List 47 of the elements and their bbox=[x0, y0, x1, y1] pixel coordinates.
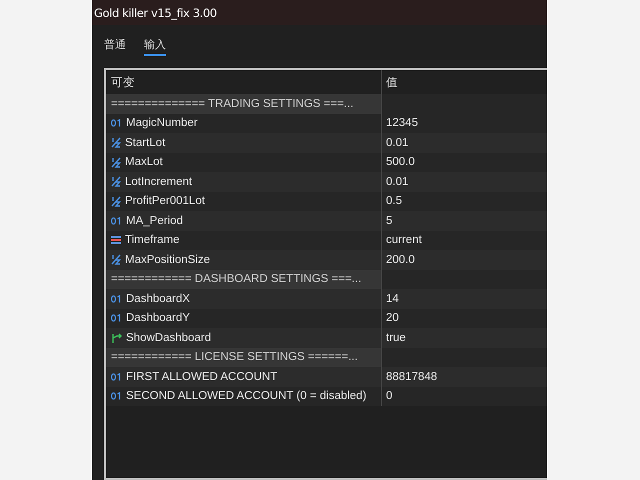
parameter-value: 0.01 bbox=[386, 136, 408, 149]
parameter-name: MA_Period bbox=[126, 214, 183, 227]
parameter-value: 12345 bbox=[386, 117, 418, 130]
section-header: ============ LICENSE SETTINGS ======... bbox=[111, 351, 358, 364]
integer-icon bbox=[111, 372, 122, 381]
window-title: Gold killer v15_fix 3.00 bbox=[94, 6, 217, 20]
fraction-icon bbox=[111, 254, 121, 266]
parameter-value: 88817848 bbox=[386, 370, 438, 383]
parameter-name: FIRST ALLOWED ACCOUNT bbox=[126, 370, 278, 383]
parameter-name: DashboardY bbox=[126, 312, 190, 324]
parameter-name: ProfitPer001Lot bbox=[125, 195, 205, 208]
fraction-icon bbox=[111, 137, 121, 148]
integer-icon bbox=[111, 119, 122, 128]
integer-icon bbox=[111, 216, 122, 225]
integer-icon bbox=[111, 314, 122, 322]
parameter-name: StartLot bbox=[125, 136, 166, 149]
tab[interactable]: 输入 bbox=[144, 37, 166, 56]
parameter-value: 0 bbox=[386, 390, 392, 402]
parameter-value: current bbox=[386, 234, 422, 246]
fraction-icon bbox=[111, 196, 121, 207]
parameter-name: ShowDashboard bbox=[126, 332, 212, 344]
list-icon bbox=[111, 235, 121, 246]
parameter-value: 200.0 bbox=[386, 254, 415, 266]
tab[interactable]: 普通 bbox=[104, 37, 126, 56]
parameter-value: 14 bbox=[386, 292, 399, 305]
parameter-value: 500.0 bbox=[386, 156, 415, 168]
section-header: ============== TRADING SETTINGS ===... bbox=[111, 98, 354, 110]
integer-icon bbox=[111, 294, 122, 303]
parameter-name: LotIncrement bbox=[125, 176, 192, 188]
column-header: 可变 bbox=[111, 75, 135, 90]
fraction-icon bbox=[111, 156, 121, 168]
parameter-value: 0.01 bbox=[386, 176, 408, 188]
parameter-value: 0.5 bbox=[386, 195, 402, 208]
parameter-value: true bbox=[386, 332, 406, 344]
column-header: 值 bbox=[386, 76, 398, 90]
parameter-name: Timeframe bbox=[125, 234, 180, 246]
parameter-name: MaxPositionSize bbox=[125, 254, 210, 266]
parameter-name: MaxLot bbox=[125, 156, 163, 168]
integer-icon bbox=[111, 392, 122, 400]
parameter-value: 20 bbox=[386, 312, 399, 324]
parameter-value: 5 bbox=[386, 214, 392, 227]
branch-arrow-icon bbox=[111, 332, 122, 344]
parameter-name: SECOND ALLOWED ACCOUNT (0 = disabled) bbox=[126, 390, 366, 402]
parameter-name: MagicNumber bbox=[126, 117, 198, 130]
parameter-name: DashboardX bbox=[126, 292, 190, 305]
section-header: ============ DASHBOARD SETTINGS ===... bbox=[111, 273, 362, 286]
fraction-icon bbox=[111, 176, 121, 188]
